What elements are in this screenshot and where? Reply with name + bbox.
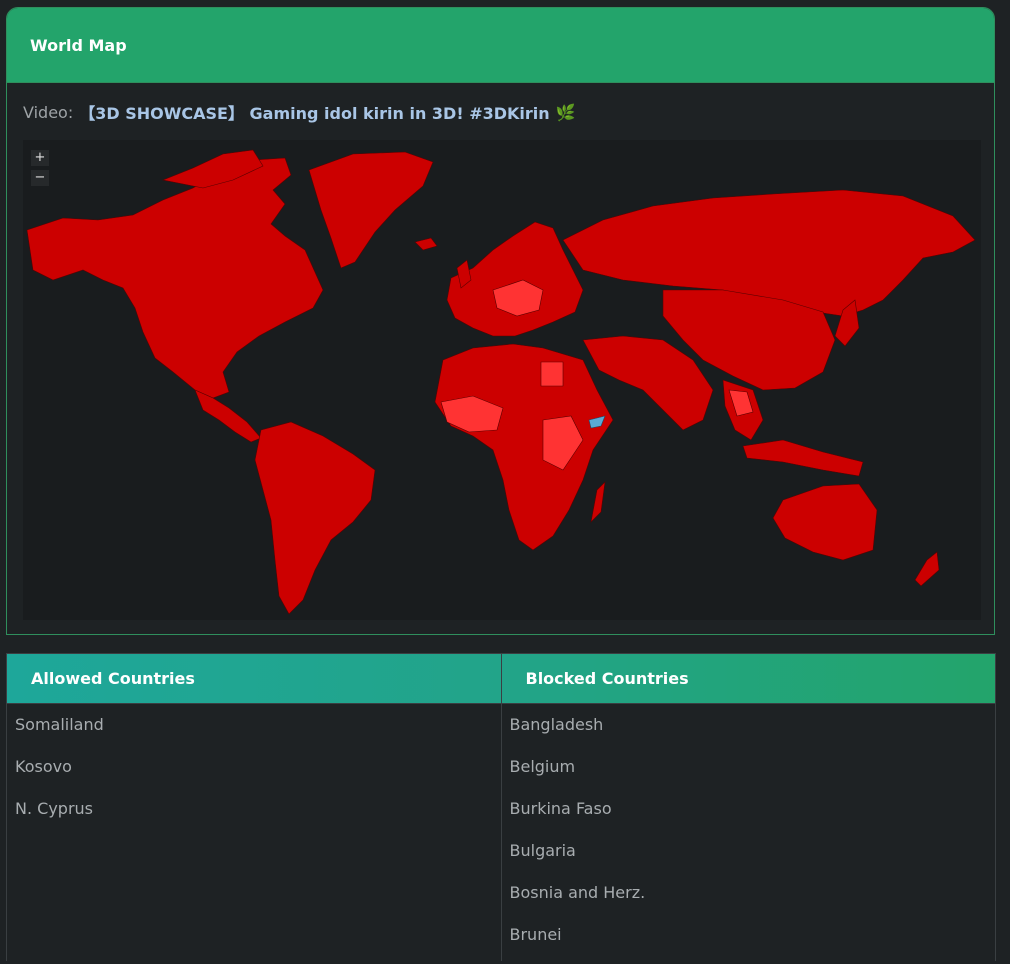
- leaf-icon: 🌿: [555, 102, 576, 122]
- allowed-countries-title: Allowed Countries: [31, 669, 195, 688]
- country-highlight-egypt[interactable]: [540, 361, 564, 387]
- list-item: Belgium: [509, 757, 576, 776]
- country-australia[interactable]: [772, 483, 878, 561]
- map-panel-title: World Map: [30, 35, 127, 55]
- country-indonesia[interactable]: [742, 439, 864, 477]
- countries-table: Allowed Countries Somaliland Kosovo N. C…: [6, 653, 996, 961]
- country-africa[interactable]: [434, 343, 614, 551]
- country-south-america[interactable]: [254, 421, 376, 615]
- world-map-panel: World Map Video: 【3D SHOWCASE】 Gaming id…: [6, 7, 995, 635]
- list-item: Bulgaria: [509, 841, 576, 860]
- country-russia[interactable]: [562, 189, 976, 317]
- blocked-countries-column: Blocked Countries Bangladesh Belgium Bur…: [501, 653, 996, 964]
- zoom-out-button[interactable]: −: [31, 170, 49, 186]
- blocked-countries-title: Blocked Countries: [525, 669, 689, 688]
- list-item: N. Cyprus: [15, 799, 93, 818]
- country-greenland[interactable]: [308, 151, 434, 269]
- map-panel-header: World Map: [7, 8, 994, 83]
- list-item: Burkina Faso: [509, 799, 612, 818]
- blocked-countries-list: Bangladesh Belgium Burkina Faso Bulgaria…: [502, 704, 996, 964]
- country-iceland[interactable]: [414, 237, 438, 251]
- allowed-countries-column: Allowed Countries Somaliland Kosovo N. C…: [6, 653, 502, 961]
- list-item: Bangladesh: [509, 715, 604, 734]
- video-line: Video: 【3D SHOWCASE】 Gaming idol kirin i…: [23, 100, 576, 124]
- video-label: Video:: [23, 102, 74, 122]
- world-map[interactable]: + −: [23, 140, 981, 620]
- allowed-countries-header: Allowed Countries: [7, 654, 501, 704]
- world-map-svg: [26, 149, 976, 615]
- list-item: Somaliland: [15, 715, 104, 734]
- video-title-link[interactable]: 【3D SHOWCASE】 Gaming idol kirin in 3D! #…: [79, 100, 549, 124]
- country-new-zealand[interactable]: [914, 551, 940, 587]
- allowed-countries-list: Somaliland Kosovo N. Cyprus: [7, 704, 501, 838]
- list-item: Brunei: [509, 925, 562, 944]
- country-north-america[interactable]: [26, 157, 324, 399]
- country-madagascar[interactable]: [590, 481, 606, 523]
- zoom-in-button[interactable]: +: [31, 150, 49, 166]
- country-central-america[interactable]: [194, 389, 262, 443]
- list-item: Bosnia and Herz.: [509, 883, 646, 902]
- blocked-countries-header: Blocked Countries: [501, 654, 995, 704]
- list-item: Kosovo: [15, 757, 72, 776]
